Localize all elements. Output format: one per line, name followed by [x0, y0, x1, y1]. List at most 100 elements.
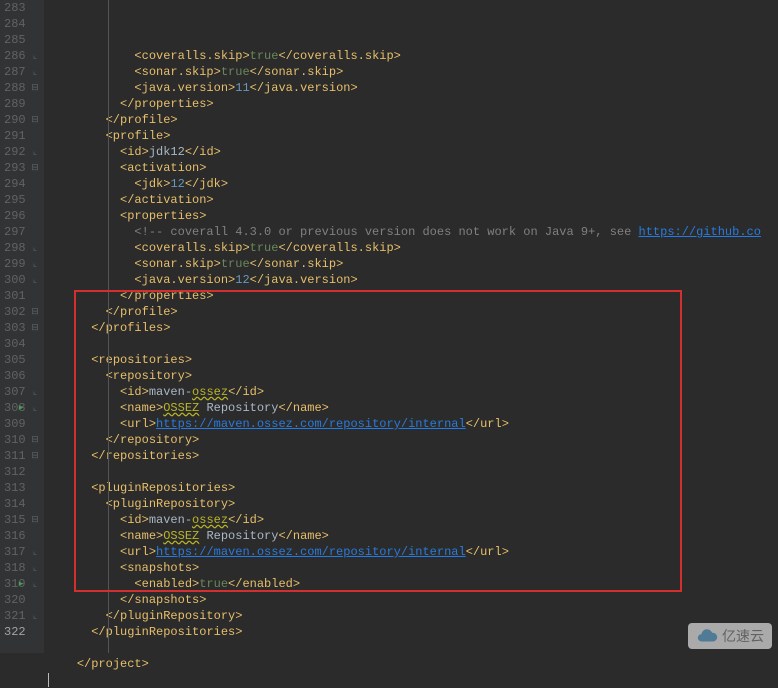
line-number[interactable]: 290 — [4, 112, 22, 128]
line-number[interactable]: 311 — [4, 448, 22, 464]
code-line[interactable] — [48, 464, 778, 480]
fold-open-icon[interactable]: ⊟ — [30, 163, 40, 173]
line-number[interactable]: 284 — [4, 16, 22, 32]
code-line[interactable]: </pluginRepositories> — [48, 624, 778, 640]
line-number[interactable]: 300 — [4, 272, 22, 288]
code-line[interactable]: <java.version>12</java.version> — [48, 272, 778, 288]
run-gutter-icon[interactable]: ▸ — [16, 403, 26, 413]
fold-close-icon[interactable]: ⌞ — [30, 547, 40, 557]
line-number[interactable]: 320 — [4, 592, 22, 608]
line-number[interactable]: 298 — [4, 240, 22, 256]
fold-close-icon[interactable]: ⌞ — [30, 563, 40, 573]
fold-close-icon[interactable]: ⌞ — [30, 67, 40, 77]
line-number[interactable]: 317 — [4, 544, 22, 560]
line-number[interactable]: 296 — [4, 208, 22, 224]
line-number[interactable]: 307 — [4, 384, 22, 400]
code-line[interactable]: </pluginRepository> — [48, 608, 778, 624]
fold-close-icon[interactable]: ⌞ — [30, 403, 40, 413]
code-editor[interactable]: 2832842852862872882892902912922932942952… — [0, 0, 778, 653]
code-line[interactable]: <enabled>true</enabled> — [48, 576, 778, 592]
line-number[interactable]: 318 — [4, 560, 22, 576]
line-number[interactable]: 305 — [4, 352, 22, 368]
fold-close-icon[interactable]: ⌞ — [30, 147, 40, 157]
fold-close-icon[interactable]: ⌞ — [30, 611, 40, 621]
code-line[interactable]: <coveralls.skip>true</coveralls.skip> — [48, 48, 778, 64]
fold-open-icon[interactable]: ⊟ — [30, 83, 40, 93]
code-line[interactable]: </project> — [48, 656, 778, 672]
code-line[interactable]: <pluginRepository> — [48, 496, 778, 512]
fold-close-icon[interactable]: ⌞ — [30, 259, 40, 269]
code-line[interactable] — [48, 336, 778, 352]
code-line[interactable]: <activation> — [48, 160, 778, 176]
code-line[interactable]: </profiles> — [48, 320, 778, 336]
fold-open-icon[interactable]: ⊟ — [30, 115, 40, 125]
line-number[interactable]: 301 — [4, 288, 22, 304]
code-line[interactable]: <id>jdk12</id> — [48, 144, 778, 160]
fold-open-icon[interactable]: ⊟ — [30, 435, 40, 445]
code-line[interactable]: <!-- coverall 4.3.0 or previous version … — [48, 224, 778, 240]
code-line[interactable]: <coveralls.skip>true</coveralls.skip> — [48, 240, 778, 256]
line-number[interactable]: 293 — [4, 160, 22, 176]
line-number[interactable]: 309 — [4, 416, 22, 432]
line-number[interactable]: 303 — [4, 320, 22, 336]
fold-open-icon[interactable]: ⊟ — [30, 451, 40, 461]
code-line[interactable]: </repositories> — [48, 448, 778, 464]
line-number[interactable]: 321 — [4, 608, 22, 624]
code-line[interactable]: </properties> — [48, 96, 778, 112]
fold-close-icon[interactable]: ⌞ — [30, 243, 40, 253]
code-line[interactable]: </activation> — [48, 192, 778, 208]
run-gutter-icon[interactable]: ▸ — [16, 579, 26, 589]
code-area[interactable]: <coveralls.skip>true</coveralls.skip> <s… — [44, 0, 778, 653]
line-number[interactable]: 283 — [4, 0, 22, 16]
fold-close-icon[interactable]: ⌞ — [30, 387, 40, 397]
line-number[interactable]: 292 — [4, 144, 22, 160]
line-number[interactable]: 289 — [4, 96, 22, 112]
line-number[interactable]: 297 — [4, 224, 22, 240]
line-number[interactable]: 316 — [4, 528, 22, 544]
line-number[interactable]: 306 — [4, 368, 22, 384]
code-line[interactable]: </properties> — [48, 288, 778, 304]
code-line[interactable]: <id>maven-ossez</id> — [48, 512, 778, 528]
fold-open-icon[interactable]: ⊟ — [30, 515, 40, 525]
line-number[interactable]: 287 — [4, 64, 22, 80]
code-line[interactable]: <repositories> — [48, 352, 778, 368]
line-number[interactable]: 315 — [4, 512, 22, 528]
code-line[interactable]: <jdk>12</jdk> — [48, 176, 778, 192]
code-line[interactable]: <profile> — [48, 128, 778, 144]
line-number[interactable]: 302 — [4, 304, 22, 320]
code-line[interactable]: </profile> — [48, 112, 778, 128]
code-line[interactable]: <url>https://maven.ossez.com/repository/… — [48, 416, 778, 432]
line-number[interactable]: 310 — [4, 432, 22, 448]
code-line[interactable]: <id>maven-ossez</id> — [48, 384, 778, 400]
code-line[interactable]: <pluginRepositories> — [48, 480, 778, 496]
line-number[interactable]: 285 — [4, 32, 22, 48]
code-line[interactable]: <snapshots> — [48, 560, 778, 576]
line-number[interactable]: 313 — [4, 480, 22, 496]
code-line[interactable]: <sonar.skip>true</sonar.skip> — [48, 64, 778, 80]
line-number[interactable]: 314 — [4, 496, 22, 512]
fold-column[interactable]: ⌞⌞⊟⊟⌞⊟⌞⌞⌞⊟⊟⌞⌞⊟⊟⊟⌞⌞⌞⌞▸▸ — [28, 0, 44, 653]
line-number[interactable]: 299 — [4, 256, 22, 272]
line-number[interactable]: 322 — [4, 624, 22, 640]
code-line[interactable]: </repository> — [48, 432, 778, 448]
line-number[interactable]: 288 — [4, 80, 22, 96]
fold-close-icon[interactable]: ⌞ — [30, 579, 40, 589]
code-line[interactable]: <sonar.skip>true</sonar.skip> — [48, 256, 778, 272]
line-number[interactable]: 286 — [4, 48, 22, 64]
code-line[interactable] — [48, 672, 778, 688]
code-line[interactable]: <name>OSSEZ Repository</name> — [48, 528, 778, 544]
line-number[interactable]: 304 — [4, 336, 22, 352]
code-line[interactable]: <java.version>11</java.version> — [48, 80, 778, 96]
code-line[interactable] — [48, 640, 778, 656]
code-line[interactable]: </snapshots> — [48, 592, 778, 608]
fold-open-icon[interactable]: ⊟ — [30, 307, 40, 317]
code-line[interactable]: <name>OSSEZ Repository</name> — [48, 400, 778, 416]
fold-open-icon[interactable]: ⊟ — [30, 323, 40, 333]
line-number[interactable]: 291 — [4, 128, 22, 144]
code-line[interactable]: </profile> — [48, 304, 778, 320]
line-number-gutter[interactable]: 2832842852862872882892902912922932942952… — [0, 0, 28, 653]
line-number[interactable]: 294 — [4, 176, 22, 192]
code-line[interactable]: <url>https://maven.ossez.com/repository/… — [48, 544, 778, 560]
line-number[interactable]: 295 — [4, 192, 22, 208]
fold-close-icon[interactable]: ⌞ — [30, 51, 40, 61]
